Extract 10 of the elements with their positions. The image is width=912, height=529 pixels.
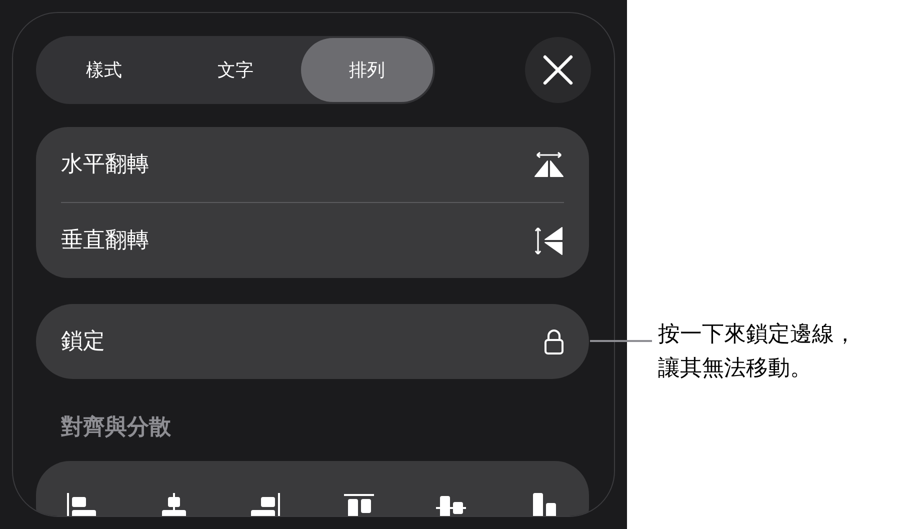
option-label: 垂直翻轉 — [61, 227, 149, 255]
tab[interactable]: 排列 — [301, 38, 434, 102]
option-label: 水平翻轉 — [61, 151, 149, 179]
callout-text: 按一下來鎖定邊線， 讓其無法移動。 — [657, 321, 856, 383]
tab[interactable]: 樣式 — [38, 38, 170, 102]
lock-button[interactable]: 鎖定 — [36, 304, 589, 379]
tab[interactable]: 文字 — [170, 38, 302, 102]
flip-option[interactable]: 垂直翻轉 — [36, 203, 589, 278]
flip-option[interactable]: 水平翻轉 — [36, 127, 589, 202]
section-heading: 對齊與分散 — [60, 414, 172, 442]
